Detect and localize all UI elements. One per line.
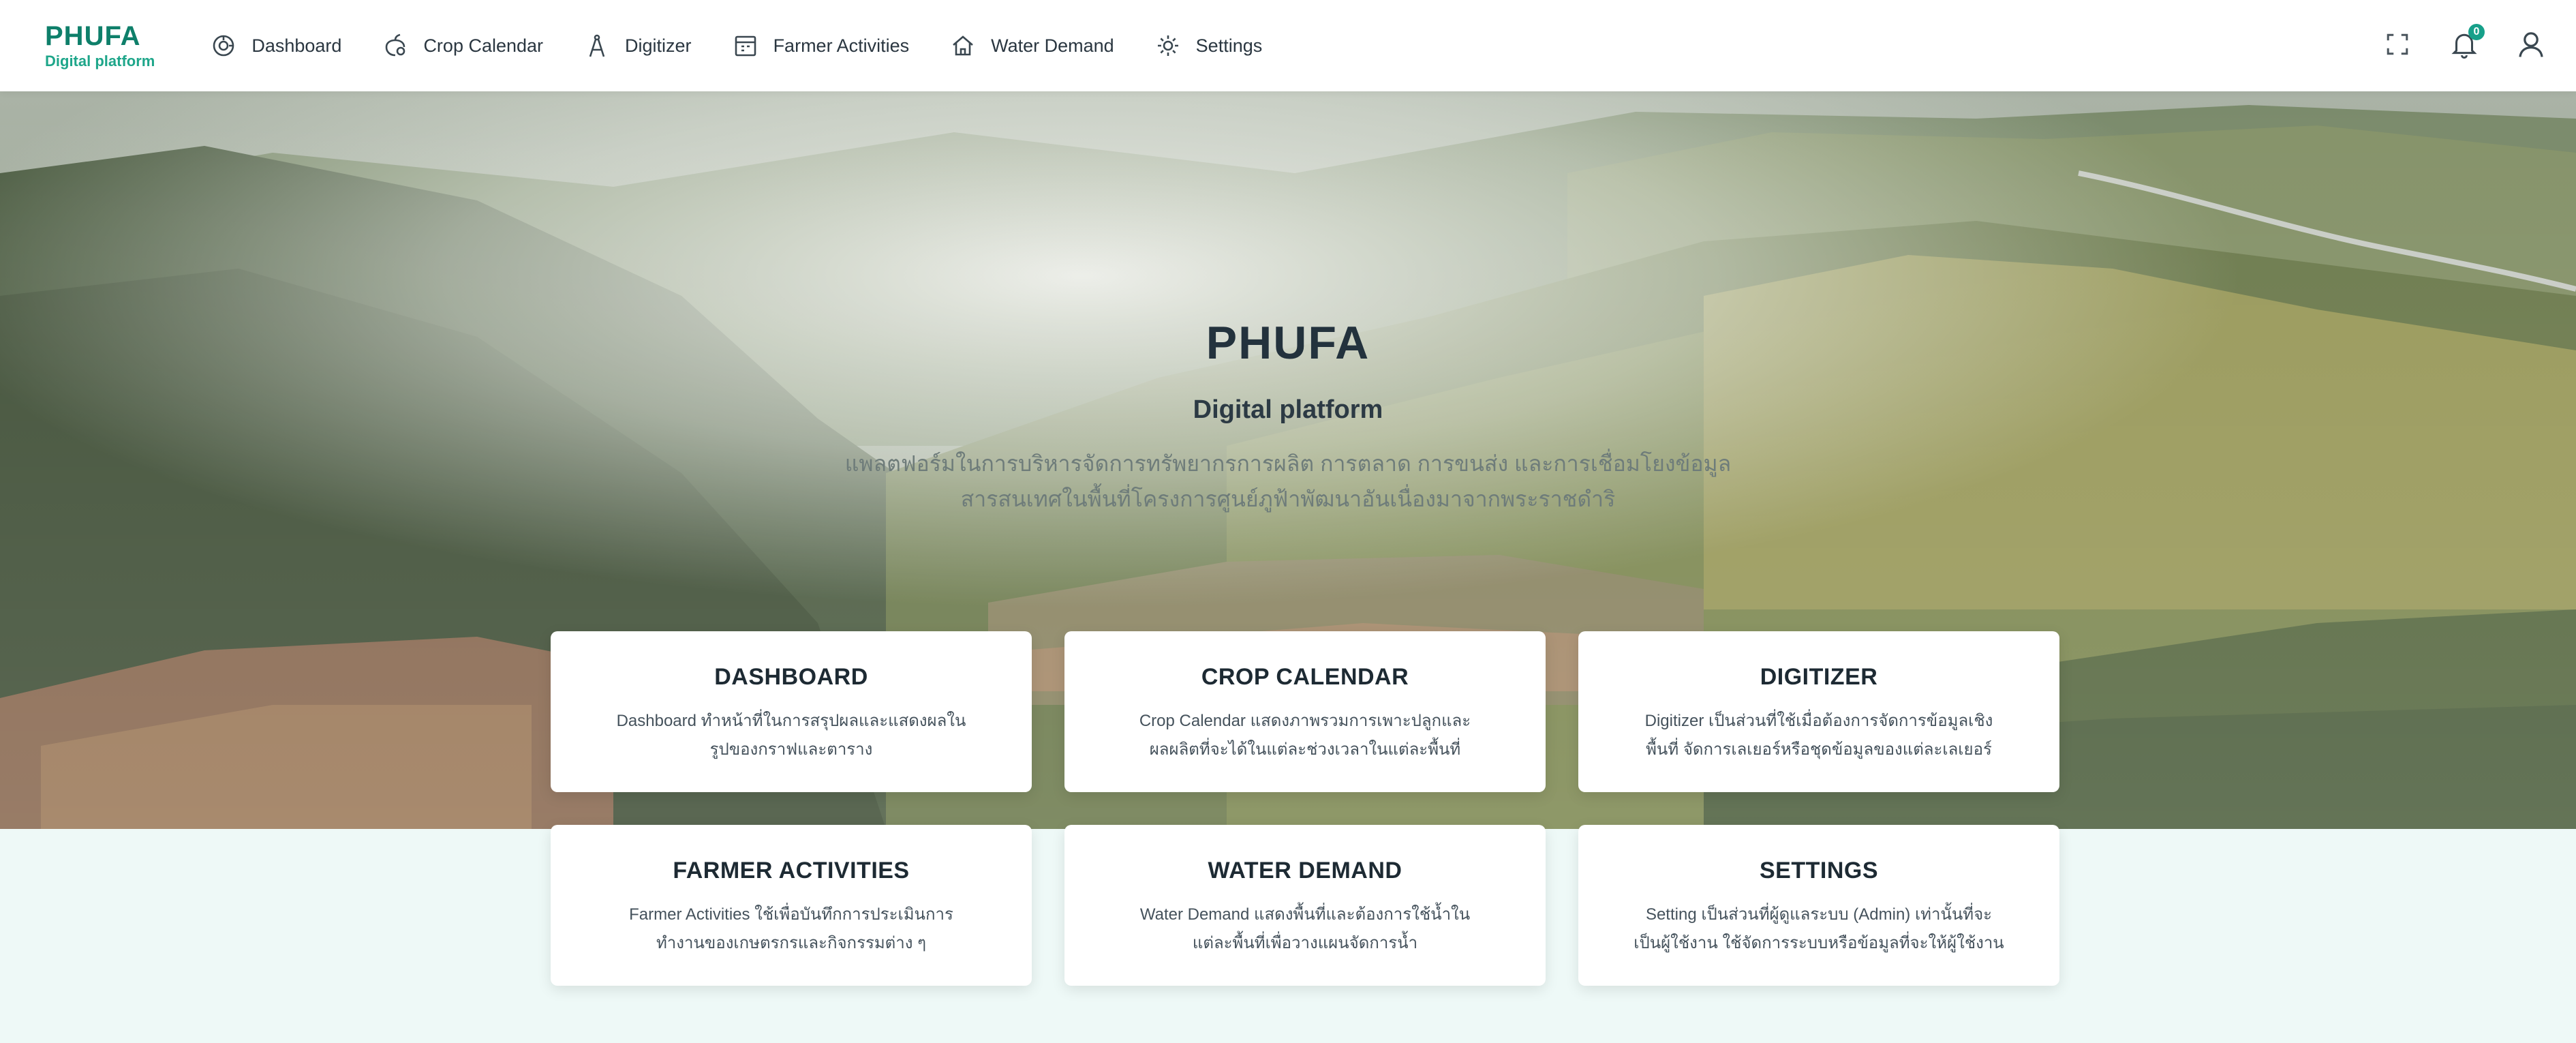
calendar-icon (731, 31, 760, 60)
nav-label-digitizer: Digitizer (625, 35, 692, 56)
nav-item-water-demand[interactable]: Water Demand (949, 31, 1114, 60)
card-description-line-2: แต่ละพื้นที่เพื่อวางแผนจัดการน้ำ (1192, 934, 1418, 952)
main-nav: Dashboard Crop Calendar Digitizer Farmer… (209, 31, 1262, 60)
card-description: Farmer Activities ใช้เพื่อบันทึกการประเม… (578, 901, 1005, 958)
card-description-line-2: ทำงานของเกษตรกรและกิจกรรมต่าง ๆ (656, 934, 927, 952)
water-demand-card[interactable]: WATER DEMAND Water Demand แสดงพื้นที่และ… (1064, 825, 1546, 986)
settings-card[interactable]: SETTINGS Setting เป็นส่วนที่ผู้ดูแลระบบ … (1578, 825, 2059, 986)
top-actions: 0 (2380, 24, 2549, 63)
gear-icon (1154, 31, 1182, 60)
card-description-line-1: Farmer Activities ใช้เพื่อบันทึกการประเม… (629, 905, 953, 924)
card-title: DIGITIZER (1760, 664, 1878, 690)
digitizer-card[interactable]: DIGITIZER Digitizer เป็นส่วนที่ใช้เมื่อต… (1578, 631, 2059, 792)
brand-subtitle: Digital platform (45, 52, 155, 70)
card-title: SETTINGS (1759, 858, 1879, 883)
card-title: FARMER ACTIVITIES (673, 858, 910, 883)
card-description: Digitizer เป็นส่วนที่ใช้เมื่อต้องการจัดก… (1606, 707, 2032, 764)
user-icon (2515, 29, 2547, 63)
nav-label-dashboard: Dashboard (251, 35, 342, 56)
card-description-line-1: Digitizer เป็นส่วนที่ใช้เมื่อต้องการจัดก… (1644, 712, 1993, 730)
card-description-line-2: ผลผลิตที่จะได้ในแต่ละช่วงเวลาในแต่ละพื้น… (1149, 740, 1461, 759)
dashboard-icon (209, 31, 238, 60)
hero-description-line-2: สารสนเทศในพื้นที่โครงการศูนย์ภูฟ้าพัฒนาอ… (960, 487, 1616, 511)
fullscreen-icon (2382, 29, 2413, 63)
dashboard-card[interactable]: DASHBOARD Dashboard ทำหน้าที่ในการสรุปผล… (551, 631, 1032, 792)
nav-item-digitizer[interactable]: Digitizer (583, 31, 692, 60)
card-title: WATER DEMAND (1208, 858, 1402, 883)
card-title: CROP CALENDAR (1201, 664, 1409, 690)
hero-description-line-1: แพลตฟอร์มในการบริหารจัดการทรัพยากรการผลิ… (844, 451, 1732, 476)
hero-description: แพลตฟอร์มในการบริหารจัดการทรัพยากรการผลิ… (0, 446, 2576, 517)
user-menu-button[interactable] (2513, 28, 2549, 63)
nav-label-crop-calendar: Crop Calendar (423, 35, 544, 56)
card-description-line-2: พื้นที่ จัดการเลเยอร์หรือชุดข้อมูลของแต่… (1646, 740, 1992, 759)
fullscreen-button[interactable] (2380, 28, 2415, 63)
notification-count-badge: 0 (2468, 24, 2485, 40)
brand-logo[interactable]: PHUFA Digital platform (45, 22, 155, 69)
nav-label-water-demand: Water Demand (991, 35, 1114, 56)
hero-subtitle: Digital platform (1193, 395, 1383, 424)
nav-item-dashboard[interactable]: Dashboard (209, 31, 341, 60)
card-description-line-1: Dashboard ทำหน้าที่ในการสรุปผลและแสดงผลใ… (616, 712, 966, 730)
top-navigation-bar: PHUFA Digital platform Dashboard Crop Ca… (0, 0, 2576, 91)
card-description: Crop Calendar แสดงภาพรวมการเพาะปลูกและ ผ… (1092, 707, 1518, 764)
crop-calendar-card[interactable]: CROP CALENDAR Crop Calendar แสดงภาพรวมกา… (1064, 631, 1546, 792)
nav-item-settings[interactable]: Settings (1154, 31, 1263, 60)
compass-icon (583, 31, 611, 60)
card-title: DASHBOARD (714, 664, 868, 690)
farmer-activities-card[interactable]: FARMER ACTIVITIES Farmer Activities ใช้เ… (551, 825, 1032, 986)
nav-label-farmer-activities: Farmer Activities (773, 35, 910, 56)
crop-icon (381, 31, 410, 60)
brand-title: PHUFA (45, 21, 141, 51)
nav-item-crop-calendar[interactable]: Crop Calendar (381, 31, 543, 60)
card-description-line-1: Water Demand แสดงพื้นที่และต้องการใช้น้ำ… (1139, 905, 1471, 924)
card-description: Setting เป็นส่วนที่ผู้ดูแลระบบ (Admin) เ… (1606, 901, 2032, 958)
module-cards: DASHBOARD Dashboard ทำหน้าที่ในการสรุปผล… (551, 631, 2059, 986)
home-icon (949, 31, 977, 60)
hero-title: PHUFA (1206, 317, 1370, 369)
notifications-button[interactable]: 0 (2447, 24, 2485, 63)
nav-label-settings: Settings (1195, 35, 1263, 56)
nav-item-farmer-activities[interactable]: Farmer Activities (731, 31, 910, 60)
card-description: Water Demand แสดงพื้นที่และต้องการใช้น้ำ… (1092, 901, 1518, 958)
card-description-line-2: เป็นผู้ใช้งาน ใช้จัดการระบบหรือข้อมูลที่… (1634, 934, 2004, 952)
card-description-line-1: Setting เป็นส่วนที่ผู้ดูแลระบบ (Admin) เ… (1645, 905, 1993, 924)
card-description-line-2: รูปของกราฟและตาราง (709, 740, 873, 759)
card-description: Dashboard ทำหน้าที่ในการสรุปผลและแสดงผลใ… (578, 707, 1005, 764)
card-description-line-1: Crop Calendar แสดงภาพรวมการเพาะปลูกและ (1139, 712, 1471, 730)
